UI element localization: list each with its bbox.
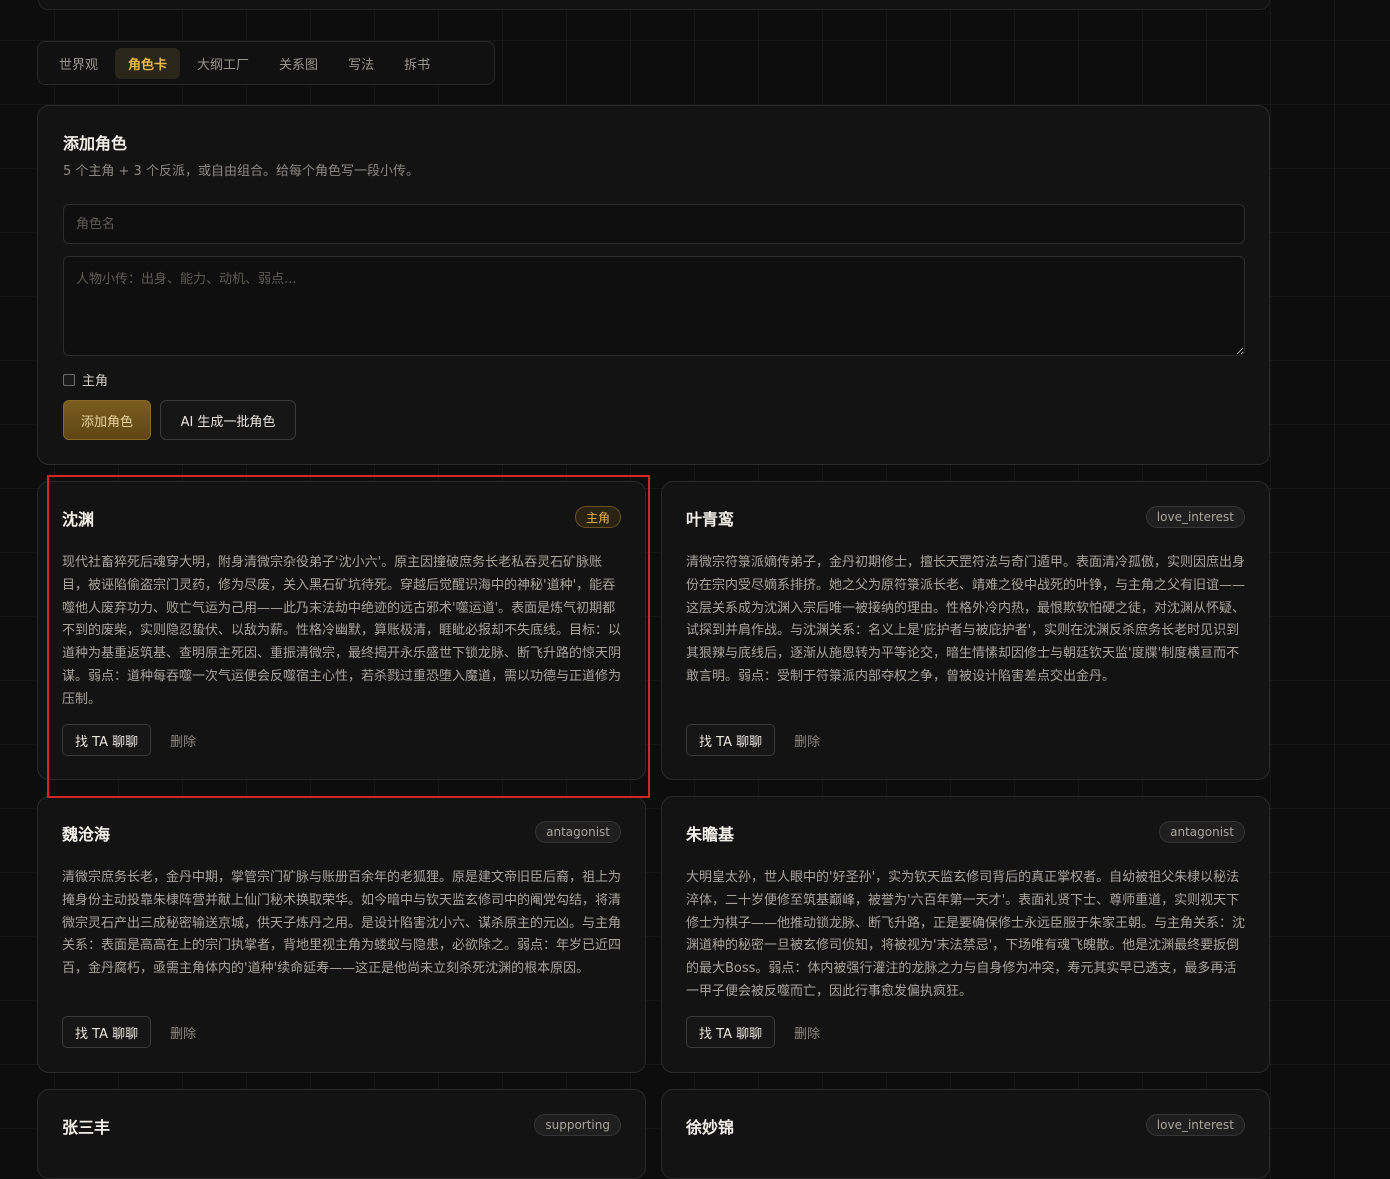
protagonist-checkbox[interactable] bbox=[63, 373, 75, 386]
character-card: 朱瞻基 antagonist 大明皇太孙，世人眼中的'好圣孙'，实为钦天监玄修司… bbox=[661, 796, 1270, 1073]
add-character-panel: 添加角色 5 个主角 + 3 个反派，或自由组合。给每个角色写一段小传。 主角 … bbox=[37, 105, 1270, 465]
ai-generate-characters-button[interactable]: AI 生成一批角色 bbox=[160, 400, 296, 440]
tab-book-breakdown[interactable]: 拆书 bbox=[391, 48, 443, 79]
card-actions: 找 TA 聊聊 删除 bbox=[62, 724, 196, 756]
role-badge: antagonist bbox=[1159, 821, 1245, 843]
role-badge: love_interest bbox=[1145, 506, 1245, 528]
add-character-button[interactable]: 添加角色 bbox=[63, 400, 151, 440]
tab-writing-style[interactable]: 写法 bbox=[335, 48, 387, 79]
character-card: 张三丰 supporting bbox=[37, 1089, 646, 1179]
delete-character-button[interactable]: 删除 bbox=[170, 1023, 196, 1042]
card-actions: 找 TA 聊聊 删除 bbox=[686, 724, 820, 756]
character-name: 朱瞻基 bbox=[686, 825, 735, 844]
character-card: 叶青鸾 love_interest 清微宗符箓派嫡传弟子，金丹初期修士，擅长天罡… bbox=[661, 481, 1270, 780]
character-name: 张三丰 bbox=[62, 1118, 111, 1137]
character-bio-textarea[interactable] bbox=[63, 256, 1245, 356]
chat-with-character-button[interactable]: 找 TA 聊聊 bbox=[62, 724, 152, 756]
character-name: 魏沧海 bbox=[62, 825, 111, 844]
character-name: 沈渊 bbox=[62, 510, 95, 529]
tab-worldview[interactable]: 世界观 bbox=[46, 48, 111, 79]
role-badge: love_interest bbox=[1145, 1114, 1245, 1136]
role-badge: 主角 bbox=[574, 506, 621, 528]
character-name: 徐妙锦 bbox=[686, 1118, 735, 1137]
delete-character-button[interactable]: 删除 bbox=[794, 731, 820, 750]
previous-panel-edge bbox=[38, 0, 1270, 10]
section-tabs: 世界观 角色卡 大纲工厂 关系图 写法 拆书 bbox=[37, 41, 495, 85]
character-bio: 现代社畜猝死后魂穿大明，附身清微宗杂役弟子'沈小六'。原主因撞破庶务长老私吞灵石… bbox=[62, 555, 622, 707]
role-badge: antagonist bbox=[535, 821, 621, 843]
tab-character-cards[interactable]: 角色卡 bbox=[115, 47, 181, 79]
character-name: 叶青鸾 bbox=[686, 510, 735, 529]
character-name-input[interactable] bbox=[63, 204, 1245, 244]
character-card: 魏沧海 antagonist 清微宗庶务长老，金丹中期，掌管宗门矿脉与账册百余年… bbox=[37, 796, 646, 1073]
chat-with-character-button[interactable]: 找 TA 聊聊 bbox=[686, 724, 776, 756]
add-character-subtitle: 5 个主角 + 3 个反派，或自由组合。给每个角色写一段小传。 bbox=[63, 164, 419, 179]
protagonist-checkbox-label: 主角 bbox=[82, 374, 109, 389]
character-bio: 清微宗符箓派嫡传弟子，金丹初期修士，擅长天罡符法与奇门遁甲。表面清冷孤傲，实则因… bbox=[686, 555, 1246, 684]
character-card: 沈渊 主角 现代社畜猝死后魂穿大明，附身清微宗杂役弟子'沈小六'。原主因撞破庶务… bbox=[37, 481, 646, 780]
tab-relationship-map[interactable]: 关系图 bbox=[266, 48, 331, 79]
chat-with-character-button[interactable]: 找 TA 聊聊 bbox=[62, 1016, 152, 1048]
character-bio: 大明皇太孙，世人眼中的'好圣孙'，实为钦天监玄修司背后的真正掌权者。自幼被祖父朱… bbox=[686, 870, 1246, 999]
tab-outline-factory[interactable]: 大纲工厂 bbox=[184, 48, 262, 79]
protagonist-checkbox-row[interactable]: 主角 bbox=[63, 370, 108, 389]
delete-character-button[interactable]: 删除 bbox=[170, 731, 196, 750]
delete-character-button[interactable]: 删除 bbox=[794, 1023, 820, 1042]
add-character-title: 添加角色 bbox=[63, 134, 128, 153]
card-actions: 找 TA 聊聊 删除 bbox=[62, 1016, 196, 1048]
chat-with-character-button[interactable]: 找 TA 聊聊 bbox=[686, 1016, 776, 1048]
role-badge: supporting bbox=[534, 1114, 621, 1136]
card-actions: 找 TA 聊聊 删除 bbox=[686, 1016, 820, 1048]
character-bio: 清微宗庶务长老，金丹中期，掌管宗门矿脉与账册百余年的老狐狸。原是建文帝旧臣后裔，… bbox=[62, 870, 622, 977]
character-card: 徐妙锦 love_interest bbox=[661, 1089, 1270, 1179]
